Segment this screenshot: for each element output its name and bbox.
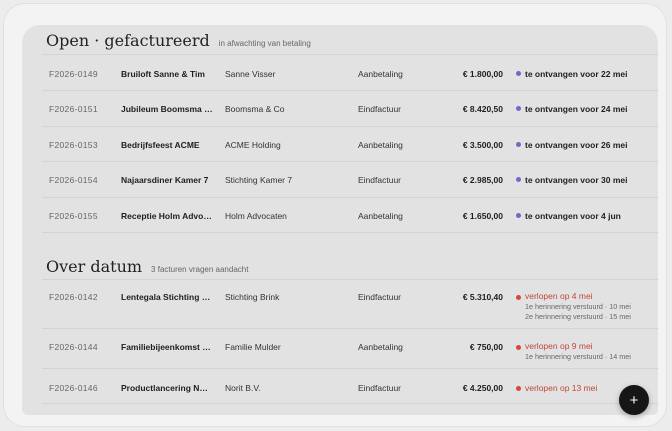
event-name: Receptie Holm Advocaten [121, 211, 213, 221]
event-name: Productlancering Norit [121, 383, 213, 393]
status-dot-icon [516, 386, 521, 391]
open-section-header: Open · gefactureerd in afwachting van be… [46, 31, 311, 50]
reminder-note: 1e herinnering verstuurd · 14 mei [525, 352, 631, 361]
plus-icon: + [629, 391, 639, 409]
invoice-number: F2026-0142 [49, 292, 98, 302]
status-dot-icon [516, 142, 521, 147]
table-row[interactable]: F2026-0146 Productlancering Norit Norit … [42, 368, 658, 404]
invoice-amount: € 8.420,50 [462, 104, 503, 114]
client-name: Holm Advocaten [225, 211, 287, 221]
invoice-number: F2026-0151 [49, 104, 98, 114]
client-name: Sanne Visser [225, 69, 276, 79]
invoice-number: F2026-0146 [49, 383, 98, 393]
status-dot-icon [516, 106, 521, 111]
invoice-amount: € 2.985,00 [462, 175, 503, 185]
client-name: ACME Holding [225, 140, 281, 150]
table-row[interactable]: F2026-0149 Bruiloft Sanne & Tim Sanne Vi… [42, 54, 658, 90]
table-row[interactable]: F2026-0154 Najaarsdiner Kamer 7 Stichtin… [42, 161, 658, 197]
add-invoice-button[interactable]: + [619, 385, 649, 415]
status-text: verlopen op 13 mei [525, 383, 598, 393]
open-section-subtitle: in afwachting van betaling [218, 39, 311, 48]
client-name: Stichting Kamer 7 [225, 175, 293, 185]
overdue-section-title: Over datum [46, 257, 143, 276]
invoice-type: Eindfactuur [358, 383, 401, 393]
table-row[interactable]: F2026-0153 Bedrijfsfeest ACME ACME Holdi… [42, 126, 658, 161]
status-dot-icon [516, 345, 521, 350]
invoice-amount: € 750,00 [469, 342, 503, 352]
client-name: Stichting Brink [225, 292, 280, 302]
event-name: Bedrijfsfeest ACME [121, 140, 200, 150]
event-name: Bruiloft Sanne & Tim [121, 69, 205, 79]
invoice-number: F2026-0154 [49, 175, 98, 185]
invoice-type: Aanbetaling [358, 342, 403, 352]
status-dot-icon [516, 295, 521, 300]
invoice-type: Aanbetaling [358, 140, 403, 150]
invoice-panel: Open · gefactureerd in afwachting van be… [22, 25, 658, 415]
table-row[interactable]: F2026-0142 Lentegala Stichting Brink Sti… [42, 279, 658, 328]
table-row[interactable]: F2026-0144 Familiebijeenkomst Mulder Fam… [42, 328, 658, 368]
event-name: Lentegala Stichting Brink [121, 292, 213, 302]
invoice-number: F2026-0144 [49, 342, 98, 352]
invoice-number: F2026-0149 [49, 69, 98, 79]
status-text: te ontvangen voor 30 mei [525, 175, 628, 185]
status-text: te ontvangen voor 4 jun [525, 211, 621, 221]
event-name: Najaarsdiner Kamer 7 [121, 175, 209, 185]
client-name: Norit B.V. [225, 383, 261, 393]
reminder-note: 2e herinnering verstuurd · 15 mei [525, 312, 631, 321]
invoice-type: Eindfactuur [358, 292, 401, 302]
invoice-amount: € 3.500,00 [462, 140, 503, 150]
table-row[interactable]: F2026-0155 Receptie Holm Advocaten Holm … [42, 197, 658, 233]
app-frame: Open · gefactureerd in afwachting van be… [3, 3, 667, 427]
status-text: te ontvangen voor 22 mei [525, 69, 628, 79]
invoice-amount: € 4.250,00 [462, 383, 503, 393]
status-dot-icon [516, 177, 521, 182]
invoice-amount: € 5.310,40 [462, 292, 503, 302]
invoice-number: F2026-0153 [49, 140, 98, 150]
table-row[interactable]: F2026-0151 Jubileum Boomsma & Co Boomsma… [42, 90, 658, 126]
open-section-title: Open · gefactureerd [46, 31, 210, 50]
event-name: Familiebijeenkomst Mulder [121, 342, 213, 352]
client-name: Familie Mulder [225, 342, 281, 352]
invoice-amount: € 1.650,00 [462, 211, 503, 221]
invoice-number: F2026-0155 [49, 211, 98, 221]
invoice-type: Eindfactuur [358, 175, 401, 185]
status-text: verlopen op 4 mei [525, 291, 593, 301]
status-text: verlopen op 9 mei [525, 341, 593, 351]
invoice-type: Aanbetaling [358, 211, 403, 221]
event-name: Jubileum Boomsma & Co [121, 104, 213, 114]
status-dot-icon [516, 71, 521, 76]
status-text: te ontvangen voor 24 mei [525, 104, 628, 114]
reminder-note: 1e herinnering verstuurd · 10 mei [525, 302, 631, 311]
invoice-type: Eindfactuur [358, 104, 401, 114]
status-text: te ontvangen voor 26 mei [525, 140, 628, 150]
client-name: Boomsma & Co [225, 104, 285, 114]
invoice-amount: € 1.800,00 [462, 69, 503, 79]
overdue-section-header: Over datum 3 facturen vragen aandacht [46, 257, 248, 276]
invoice-type: Aanbetaling [358, 69, 403, 79]
overdue-section-subtitle: 3 facturen vragen aandacht [151, 265, 249, 274]
status-dot-icon [516, 213, 521, 218]
